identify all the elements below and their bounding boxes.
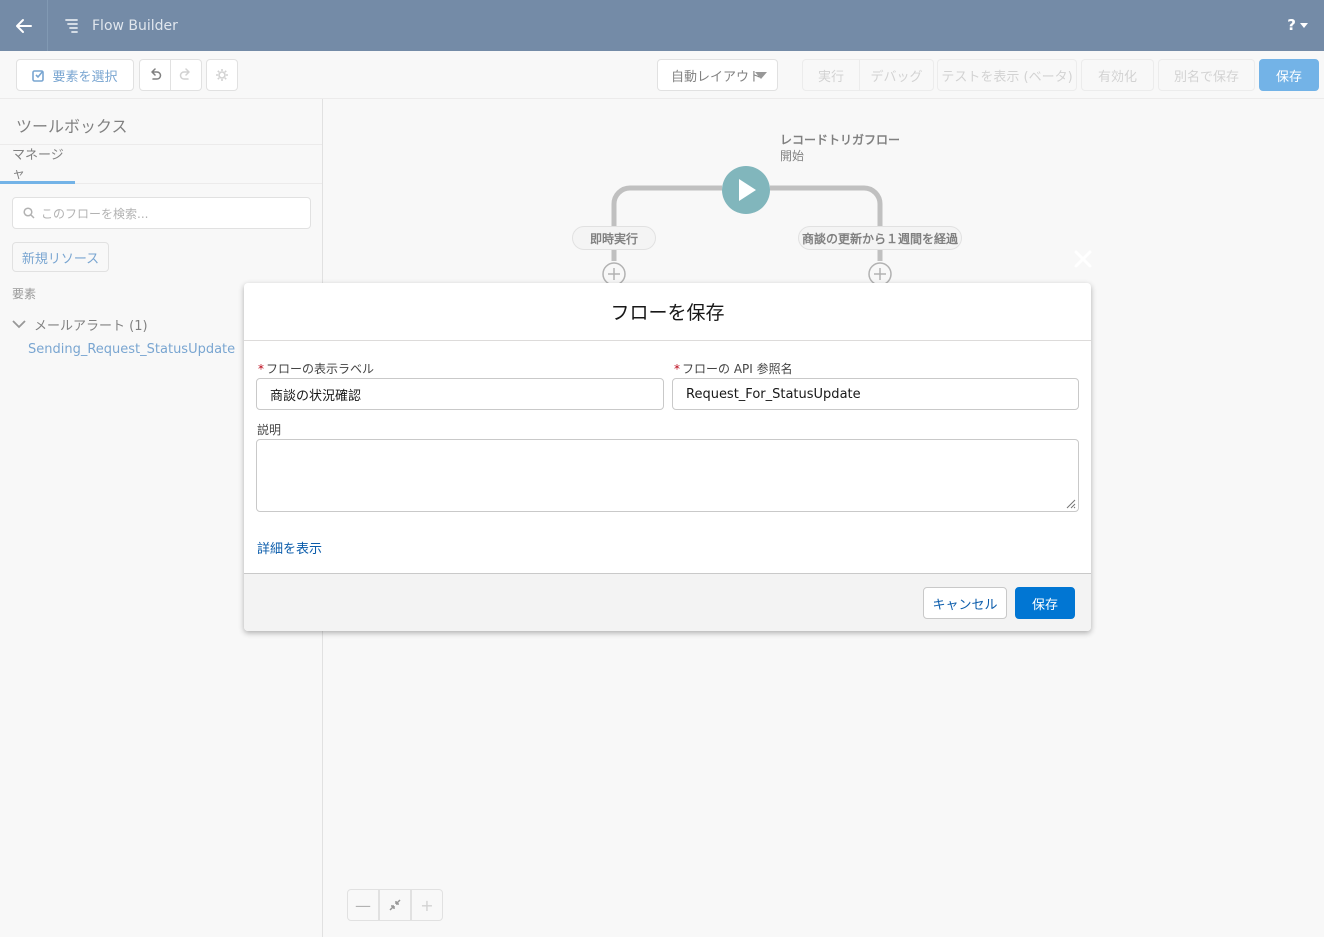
show-details-link[interactable]: 詳細を表示 (257, 538, 322, 557)
save-flow-modal: フローを保存 * フローの表示ラベル 商談の状況確認 * フローの API 参照名 … (244, 283, 1091, 631)
required-marker: * (258, 362, 264, 376)
description-textarea[interactable] (256, 439, 1079, 512)
description-label: 説明 (257, 423, 282, 437)
flow-label-field-text: フローの表示ラベル (266, 362, 375, 376)
resize-grip-icon[interactable] (1064, 497, 1076, 509)
api-name-value: Request_For_StatusUpdate (686, 386, 861, 402)
api-name-input[interactable]: Request_For_StatusUpdate (672, 378, 1079, 410)
close-icon (1074, 250, 1092, 268)
cancel-button[interactable]: キャンセル (923, 587, 1007, 619)
flow-label-field-label: * フローの表示ラベル (258, 360, 374, 377)
modal-footer: キャンセル 保存 (244, 573, 1091, 631)
required-marker: * (674, 362, 680, 376)
save-button[interactable]: 保存 (1015, 587, 1075, 619)
flow-label-input[interactable]: 商談の状況確認 (256, 378, 664, 410)
modal-title: フローを保存 (244, 283, 1091, 341)
flow-label-value: 商談の状況確認 (270, 388, 362, 404)
modal-close-button[interactable] (1069, 245, 1097, 273)
api-name-field-text: フローの API 参照名 (682, 362, 793, 376)
api-name-field-label: * フローの API 参照名 (674, 360, 793, 377)
